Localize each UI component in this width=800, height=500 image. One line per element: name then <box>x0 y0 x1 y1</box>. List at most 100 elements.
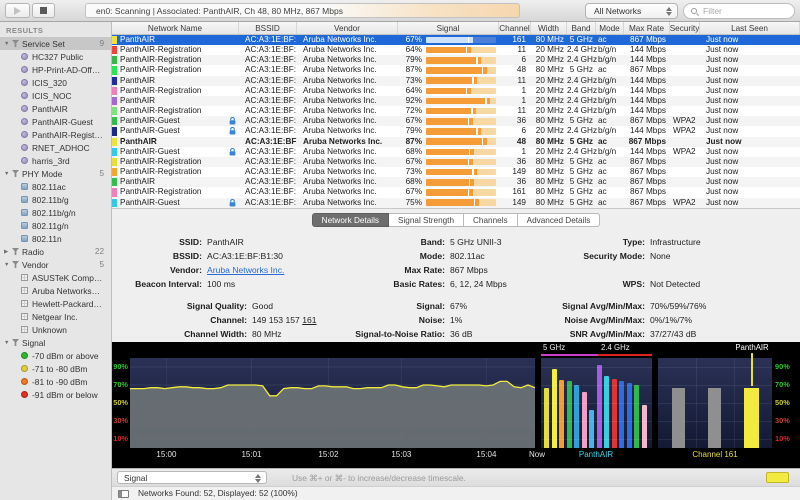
cell-ch: 36 <box>499 177 531 187</box>
sidebar-item-service-set[interactable]: harris_3rd <box>0 154 111 167</box>
column-header-vendor[interactable]: Vendor <box>297 22 398 34</box>
sidebar-item-signal[interactable]: -81 to -90 dBm <box>0 375 111 388</box>
sidebar-item-vendor[interactable]: Unknown <box>0 323 111 336</box>
table-row[interactable]: PanthAIRAC:A3:1E:BF:…Aruba Networks Inc.… <box>112 96 800 106</box>
table-row[interactable]: PanthAIR-RegistrationAC:A3:1E:BF:…Aruba … <box>112 55 800 65</box>
table-row[interactable]: PanthAIR-GuestAC:A3:1E:BF:…Aruba Network… <box>112 198 800 208</box>
tab-signal-strength[interactable]: Signal Strength <box>389 213 464 227</box>
detail-label: Signal-to-Noise Ratio: <box>350 329 445 339</box>
network-color-tag <box>112 66 117 74</box>
detail-value: 5 GHz UNII-3 <box>445 237 502 247</box>
network-scope-select[interactable]: All Networks <box>585 3 678 19</box>
column-header-mode[interactable]: Mode <box>596 22 624 34</box>
time-label: 15:01 <box>241 450 261 459</box>
sidebar-item-phy-mode[interactable]: 802.11b/g/n <box>0 206 111 219</box>
sidebar-item-service-set[interactable]: RNET_ADHOC <box>0 141 111 154</box>
detail-value-link[interactable]: Aruba Networks Inc. <box>202 265 284 275</box>
sidebar-section-vendor[interactable]: ▼Vendor5 <box>0 258 111 271</box>
sidebar-item-vendor[interactable]: Hewlett-Packard… <box>0 297 111 310</box>
disclosure-icon[interactable]: ▼ <box>4 262 12 268</box>
sidebar-item-phy-mode[interactable]: 802.11n <box>0 232 111 245</box>
sidebar-item-phy-mode[interactable]: 802.11b/g <box>0 193 111 206</box>
disclosure-icon[interactable]: ▶ <box>4 249 12 255</box>
channel-bars-chart <box>658 358 772 448</box>
sidebar-item-vendor[interactable]: Netgear Inc. <box>0 310 111 323</box>
phy-mode-icon <box>21 196 28 203</box>
table-row[interactable]: PanthAIR-RegistrationAC:A3:1E:BF:…Aruba … <box>112 157 800 167</box>
sidebar-item-vendor[interactable]: ASUSTeK Comp… <box>0 271 111 284</box>
column-header-band[interactable]: Band <box>567 22 596 34</box>
sidebar-item-label: Hewlett-Packard… <box>32 299 111 309</box>
sidebar-item-service-set[interactable]: ICIS_320 <box>0 76 111 89</box>
table-row[interactable]: PanthAIRAC:A3:1E:BF:…Aruba Networks Inc.… <box>112 76 800 86</box>
table-row[interactable]: PanthAIR-RegistrationAC:A3:1E:BF:…Aruba … <box>112 106 800 116</box>
band-24ghz-line <box>598 354 652 356</box>
table-row[interactable]: PanthAIR-RegistrationAC:A3:1E:BF:…Aruba … <box>112 167 800 177</box>
cell-last: Just now <box>700 116 800 126</box>
filter-input[interactable] <box>701 5 781 17</box>
filter-field[interactable] <box>683 3 795 19</box>
scan-status-text: en0: Scanning | Associated: PanthAIR, Ch… <box>96 6 343 16</box>
table-row[interactable]: PanthAIRAC:A3:1E:BF:…Aruba Networks Inc.… <box>112 137 800 147</box>
sidebar-item-service-set[interactable]: PanthAIR-Regist… <box>0 128 111 141</box>
tab-advanced-details[interactable]: Advanced Details <box>518 213 601 227</box>
disclosure-icon[interactable]: ▼ <box>4 340 12 346</box>
sidebar-section-signal[interactable]: ▼Signal <box>0 336 111 349</box>
sidebar-item-signal[interactable]: -71 to -80 dBm <box>0 362 111 375</box>
tab-channels[interactable]: Channels <box>464 213 518 227</box>
cell-vendor: Aruba Networks Inc. <box>297 96 398 106</box>
table-row[interactable]: PanthAIR-GuestAC:A3:1E:BF:…Aruba Network… <box>112 147 800 157</box>
sidebar-item-signal[interactable]: -91 dBm or below <box>0 388 111 401</box>
table-row[interactable]: PanthAIR-RegistrationAC:A3:1E:BF:…Aruba … <box>112 86 800 96</box>
sidebar-item-service-set[interactable]: PanthAIR <box>0 102 111 115</box>
sidebar-item-service-set[interactable]: ICIS_NOC <box>0 89 111 102</box>
sidebar-item-label: PanthAIR <box>32 104 111 114</box>
sidebar-section-service-set[interactable]: ▼Service Set9 <box>0 37 111 50</box>
sidebar-toggle-icon[interactable] <box>118 490 129 498</box>
column-header-network-name[interactable]: Network Name <box>112 22 239 34</box>
table-row[interactable]: PanthAIR-RegistrationAC:A3:1E:BF:…Aruba … <box>112 65 800 75</box>
sidebar-item-service-set[interactable]: HC327 Public <box>0 50 111 63</box>
sidebar-item-phy-mode[interactable]: 802.11ac <box>0 180 111 193</box>
column-header-last-seen[interactable]: Last Seen <box>700 22 800 34</box>
sidebar-item-service-set[interactable]: HP-Print-AD-Off… <box>0 63 111 76</box>
table-row[interactable]: PanthAIRAC:A3:1E:BF:…Aruba Networks Inc.… <box>112 35 800 45</box>
scan-start-button[interactable] <box>5 3 30 18</box>
column-header-width[interactable]: Width <box>531 22 567 34</box>
table-row[interactable]: PanthAIR-GuestAC:A3:1E:BF:…Aruba Network… <box>112 116 800 126</box>
disclosure-icon[interactable]: ▼ <box>4 41 12 47</box>
detail-label: Noise Avg/Min/Max: <box>560 315 645 325</box>
table-row[interactable]: PanthAIR-GuestAC:A3:1E:BF:…Aruba Network… <box>112 126 800 136</box>
cell-last: Just now <box>700 86 800 96</box>
sidebar-section-phy-mode[interactable]: ▼PHY Mode5 <box>0 167 111 180</box>
sidebar-item-signal[interactable]: -70 dBm or above <box>0 349 111 362</box>
table-row[interactable]: PanthAIR-RegistrationAC:A3:1E:BF:…Aruba … <box>112 187 800 197</box>
column-header-signal[interactable]: Signal <box>398 22 499 34</box>
column-header-security[interactable]: Security <box>670 22 700 34</box>
column-header-bssid[interactable]: BSSID <box>239 22 297 34</box>
sidebar-item-phy-mode[interactable]: 802.11g/n <box>0 219 111 232</box>
tab-network-details[interactable]: Network Details <box>312 213 389 227</box>
cell-bssid: AC:A3:1E:BF:… <box>239 137 297 147</box>
disclosure-icon[interactable]: ▼ <box>4 171 12 177</box>
sidebar-section-radio[interactable]: ▶Radio22 <box>0 245 111 258</box>
sidebar-item-service-set[interactable]: PanthAIR-Guest <box>0 115 111 128</box>
cell-w: 20 MHz <box>531 86 567 96</box>
cell-sec <box>670 106 700 116</box>
signal-bar-marker <box>482 138 484 145</box>
column-header-max-rate[interactable]: Max Rate <box>624 22 670 34</box>
table-row[interactable]: PanthAIRAC:A3:1E:BF:…Aruba Networks Inc.… <box>112 177 800 187</box>
cell-mode: b/g/n <box>596 126 624 136</box>
channel-bar <box>672 388 685 448</box>
detail-value: 70%/59%/76% <box>645 301 706 311</box>
network-name-text: PanthAIR <box>120 177 239 187</box>
sidebar-item-vendor[interactable]: Aruba Networks… <box>0 284 111 297</box>
table-row[interactable]: PanthAIR-RegistrationAC:A3:1E:BF:…Aruba … <box>112 45 800 55</box>
detail-label: Vendor: <box>112 265 202 275</box>
series-select[interactable]: Signal <box>117 471 267 484</box>
scan-stop-button[interactable] <box>32 3 55 18</box>
column-header-channel[interactable]: Channel <box>499 22 531 34</box>
network-color-tag <box>112 127 117 135</box>
sidebar-item-label: Netgear Inc. <box>32 312 111 322</box>
cell-ch: 1 <box>499 86 531 96</box>
